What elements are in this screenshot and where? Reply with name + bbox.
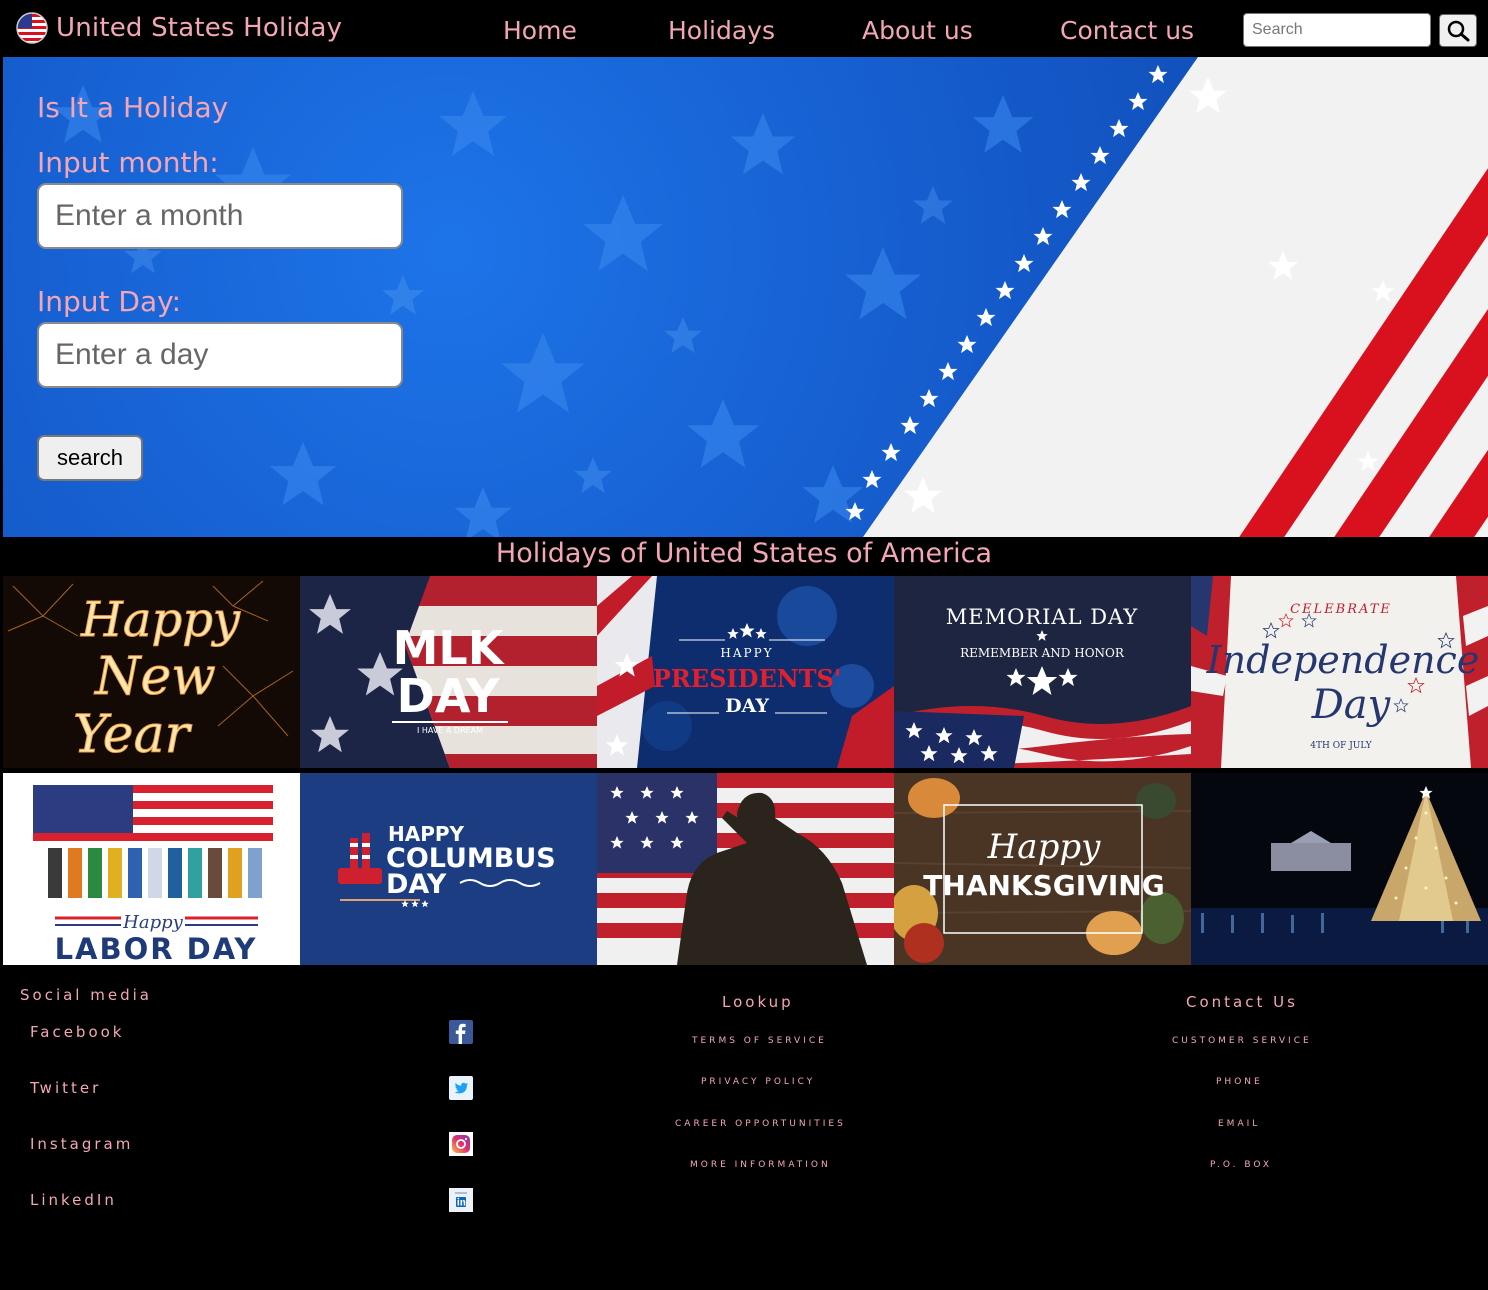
- facebook-icon[interactable]: [449, 1020, 473, 1044]
- top-navbar: United States Holiday Home Holidays Abou…: [0, 0, 1488, 57]
- career-opportunities-link[interactable]: CAREER OPPORTUNITIES: [675, 1119, 846, 1129]
- memorial-line1: MEMORIAL DAY: [946, 605, 1139, 629]
- presidents-line2: PRESIDENTS': [653, 664, 841, 693]
- labor-line2: LABOR DAY: [55, 932, 258, 965]
- holiday-grid: Happy New Year MLK DAY I HAVE A DREAM HA…: [3, 576, 1488, 965]
- terms-of-service-link[interactable]: TERMS OF SERVICE: [692, 1036, 827, 1046]
- new-year-line1: Happy: [80, 592, 241, 648]
- holiday-card-mlk-day[interactable]: MLK DAY I HAVE A DREAM: [300, 576, 597, 768]
- mlk-line1: MLK: [393, 621, 506, 675]
- linkedin-link[interactable]: LinkedIn: [30, 1191, 117, 1209]
- thanksgiving-line1: Happy: [987, 827, 1101, 867]
- memorial-day-image: MEMORIAL DAY REMEMBER AND HONOR: [894, 576, 1191, 768]
- mlk-line3: I HAVE A DREAM: [417, 726, 483, 735]
- holiday-card-memorial-day[interactable]: MEMORIAL DAY REMEMBER AND HONOR: [894, 576, 1191, 768]
- linkedin-icon[interactable]: [449, 1188, 473, 1212]
- instagram-icon[interactable]: [449, 1132, 473, 1156]
- holidays-section-title: Holidays of United States of America: [495, 538, 993, 569]
- twitter-icon[interactable]: [449, 1076, 473, 1100]
- columbus-line3: DAY: [386, 869, 447, 900]
- lookup-heading: Lookup: [722, 993, 794, 1011]
- nav-contact-us[interactable]: Contact us: [1060, 16, 1194, 45]
- email-link[interactable]: EMAIL: [1218, 1119, 1260, 1129]
- hero-heading: Is It a Holiday: [37, 91, 229, 124]
- thanksgiving-line2: THANKSGIVING: [923, 869, 1164, 902]
- holiday-card-christmas[interactable]: [1191, 773, 1488, 965]
- presidents-line3: DAY: [725, 695, 769, 717]
- holiday-card-independence-day[interactable]: CELEBRATE Independence Day 4TH OF JULY: [1191, 576, 1488, 768]
- instagram-link[interactable]: Instagram: [30, 1135, 133, 1153]
- month-label: Input month:: [37, 146, 219, 179]
- day-label: Input Day:: [37, 285, 182, 318]
- labor-line1: Happy: [122, 912, 183, 933]
- search-input[interactable]: [1243, 13, 1431, 47]
- twitter-link[interactable]: Twitter: [30, 1079, 101, 1097]
- more-information-link[interactable]: MORE INFORMATION: [690, 1160, 831, 1170]
- holiday-card-presidents-day[interactable]: HAPPY PRESIDENTS' DAY: [597, 576, 894, 768]
- columbus-day-image: HAPPY COLUMBUS DAY: [300, 773, 597, 965]
- nav-home[interactable]: Home: [503, 16, 577, 45]
- independence-line1: CELEBRATE: [1290, 602, 1392, 617]
- holiday-card-new-year[interactable]: Happy New Year: [3, 576, 300, 768]
- independence-line3: Day: [1311, 682, 1392, 728]
- veterans-day-image: [597, 773, 894, 965]
- hero-banner: Is It a Holiday Input month: Input Day: …: [3, 57, 1488, 537]
- holiday-card-labor-day[interactable]: Happy LABOR DAY: [3, 773, 300, 965]
- new-year-line2: New: [93, 647, 216, 707]
- po-box-link[interactable]: P.O. BOX: [1210, 1160, 1272, 1170]
- month-input[interactable]: [37, 183, 403, 249]
- new-year-image: Happy New Year: [3, 576, 300, 768]
- flag-background-art: [52, 57, 1488, 537]
- holiday-search-button[interactable]: search: [37, 435, 143, 481]
- memorial-line2: REMEMBER AND HONOR: [960, 646, 1125, 660]
- thanksgiving-image: Happy THANKSGIVING: [894, 773, 1191, 965]
- privacy-policy-link[interactable]: PRIVACY POLICY: [701, 1077, 815, 1087]
- search-button[interactable]: [1439, 14, 1477, 47]
- day-input[interactable]: [37, 322, 403, 388]
- contact-us-heading: Contact Us: [1186, 993, 1298, 1011]
- nav-about-us[interactable]: About us: [862, 16, 973, 45]
- presidents-day-image: HAPPY PRESIDENTS' DAY: [597, 576, 894, 768]
- magnifier-icon: [1447, 20, 1470, 41]
- social-media-heading: Social media: [20, 986, 152, 1004]
- independence-line4: 4TH OF JULY: [1310, 741, 1373, 751]
- independence-line2: Independence: [1206, 638, 1480, 682]
- holiday-card-thanksgiving[interactable]: Happy THANKSGIVING: [894, 773, 1191, 965]
- mlk-day-image: MLK DAY I HAVE A DREAM: [300, 576, 597, 768]
- labor-day-image: Happy LABOR DAY: [3, 773, 300, 965]
- customer-service-link[interactable]: CUSTOMER SERVICE: [1172, 1036, 1312, 1046]
- nav-holidays[interactable]: Holidays: [668, 16, 775, 45]
- new-year-line3: Year: [73, 705, 193, 765]
- holiday-card-veterans-day[interactable]: [597, 773, 894, 965]
- independence-day-image: CELEBRATE Independence Day 4TH OF JULY: [1191, 576, 1488, 768]
- holiday-card-columbus-day[interactable]: HAPPY COLUMBUS DAY: [300, 773, 597, 965]
- presidents-line1: HAPPY: [720, 646, 773, 660]
- mlk-line2: DAY: [397, 669, 500, 723]
- facebook-link[interactable]: Facebook: [30, 1023, 124, 1041]
- phone-link[interactable]: PHONE: [1216, 1077, 1263, 1087]
- christmas-image: [1191, 773, 1488, 965]
